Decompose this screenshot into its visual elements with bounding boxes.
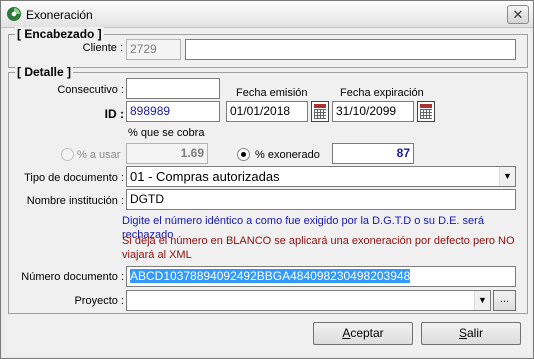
cliente-name-field[interactable] <box>185 39 516 60</box>
proyecto-chevron-down-icon[interactable]: ▼ <box>474 291 490 310</box>
dialog-body: [ Encabezado ] Cliente : 2729 [ Detalle … <box>5 27 531 356</box>
porcentaje-exonerado-label: % exonerado <box>255 149 320 161</box>
tipo-documento-select[interactable]: 01 - Compras autorizadas ▼ <box>126 166 516 187</box>
fecha-emision-field[interactable]: 01/01/2018 <box>226 101 308 122</box>
porcentaje-cobra-label: % que se cobra <box>128 127 205 139</box>
proyecto-label: Proyecto : <box>74 295 124 307</box>
fecha-expiracion-calendar-icon[interactable] <box>417 101 435 122</box>
numero-documento-value: ABCD10378894092492BBGA484098230498203948 <box>130 269 411 283</box>
chevron-down-icon[interactable]: ▼ <box>499 167 515 186</box>
aceptar-label: ceptar <box>350 326 384 340</box>
warning-message-line2: viajará al XML <box>122 249 192 261</box>
fecha-expiracion-label: Fecha expiración <box>340 87 424 99</box>
salir-button[interactable]: Salir <box>421 322 521 345</box>
close-button[interactable]: ✕ <box>507 5 529 24</box>
aceptar-button[interactable]: Aceptar <box>313 322 413 345</box>
warning-message-line1: Si deja el número en BLANCO se aplicará … <box>122 235 515 247</box>
id-label: ID : <box>104 107 124 121</box>
tipo-documento-value: 01 - Compras autorizadas <box>130 169 280 184</box>
nombre-institucion-field[interactable]: DGTD <box>126 189 516 210</box>
proyecto-browse-button[interactable]: ... <box>493 290 516 311</box>
fecha-expiracion-field[interactable]: 31/10/2099 <box>332 101 414 122</box>
id-field[interactable]: 898989 <box>126 101 220 122</box>
porcentaje-usar-label: % a usar <box>77 149 121 161</box>
salir-label: alir <box>467 326 484 340</box>
porcentaje-exonerado-radio[interactable] <box>237 148 250 161</box>
encabezado-legend: [ Encabezado ] <box>15 27 104 41</box>
porcentaje-exonerado-field[interactable]: 87 <box>332 143 414 164</box>
salir-mnemonic: S <box>458 326 467 340</box>
cliente-label: Cliente : <box>82 42 123 54</box>
porcentaje-usar-radio[interactable] <box>61 148 74 161</box>
numero-documento-field[interactable]: ABCD10378894092492BBGA484098230498203948 <box>126 266 516 287</box>
title-bar: Exoneración ✕ <box>1 1 533 28</box>
fecha-emision-calendar-icon[interactable] <box>311 101 329 122</box>
nombre-institucion-label: Nombre institución : <box>26 195 124 207</box>
consecutivo-field[interactable] <box>126 78 220 99</box>
consecutivo-label: Consecutivo : <box>57 84 124 96</box>
detalle-legend: [ Detalle ] <box>15 65 74 79</box>
numero-documento-label: Número documento : <box>21 271 124 283</box>
tipo-documento-label: Tipo de documento : <box>24 172 124 184</box>
porcentaje-usar-field[interactable]: 1.69 <box>126 143 208 164</box>
proyecto-select[interactable]: ▼ <box>126 290 491 311</box>
app-icon <box>7 7 21 21</box>
exoneracion-window: Exoneración ✕ [ Encabezado ] Cliente : 2… <box>0 0 534 359</box>
window-title: Exoneración <box>26 8 93 22</box>
fecha-emision-label: Fecha emisión <box>236 87 308 99</box>
cliente-code-field[interactable]: 2729 <box>126 39 181 60</box>
